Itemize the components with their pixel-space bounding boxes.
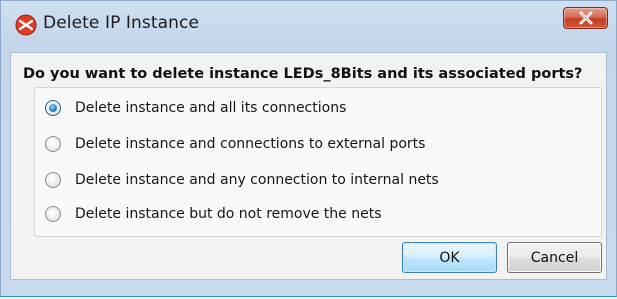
option-label: Delete instance and connections to exter…	[75, 136, 426, 152]
option-external-ports[interactable]: Delete instance and connections to exter…	[45, 133, 425, 155]
option-keep-nets[interactable]: Delete instance but do not remove the ne…	[45, 203, 382, 225]
option-label: Delete instance and any connection to in…	[75, 172, 439, 188]
ok-button[interactable]: OK	[402, 242, 497, 273]
radio-button-checked[interactable]	[45, 100, 61, 116]
radio-button[interactable]	[45, 136, 61, 152]
radio-button[interactable]	[45, 172, 61, 188]
dialog-window: Delete IP Instance Do you want to delete…	[0, 0, 617, 297]
window-title: Delete IP Instance	[43, 13, 200, 33]
dialog-question: Do you want to delete instance LEDs_8Bit…	[23, 66, 583, 82]
option-internal-nets[interactable]: Delete instance and any connection to in…	[45, 169, 439, 191]
cancel-button[interactable]: Cancel	[507, 242, 602, 273]
option-label: Delete instance but do not remove the ne…	[75, 206, 382, 222]
option-all-connections[interactable]: Delete instance and all its connections	[45, 97, 346, 119]
close-button[interactable]	[563, 7, 608, 29]
title-bar[interactable]: Delete IP Instance	[1, 1, 616, 49]
xilinx-logo-icon	[15, 14, 37, 36]
radio-button[interactable]	[45, 206, 61, 222]
option-label: Delete instance and all its connections	[75, 100, 347, 116]
